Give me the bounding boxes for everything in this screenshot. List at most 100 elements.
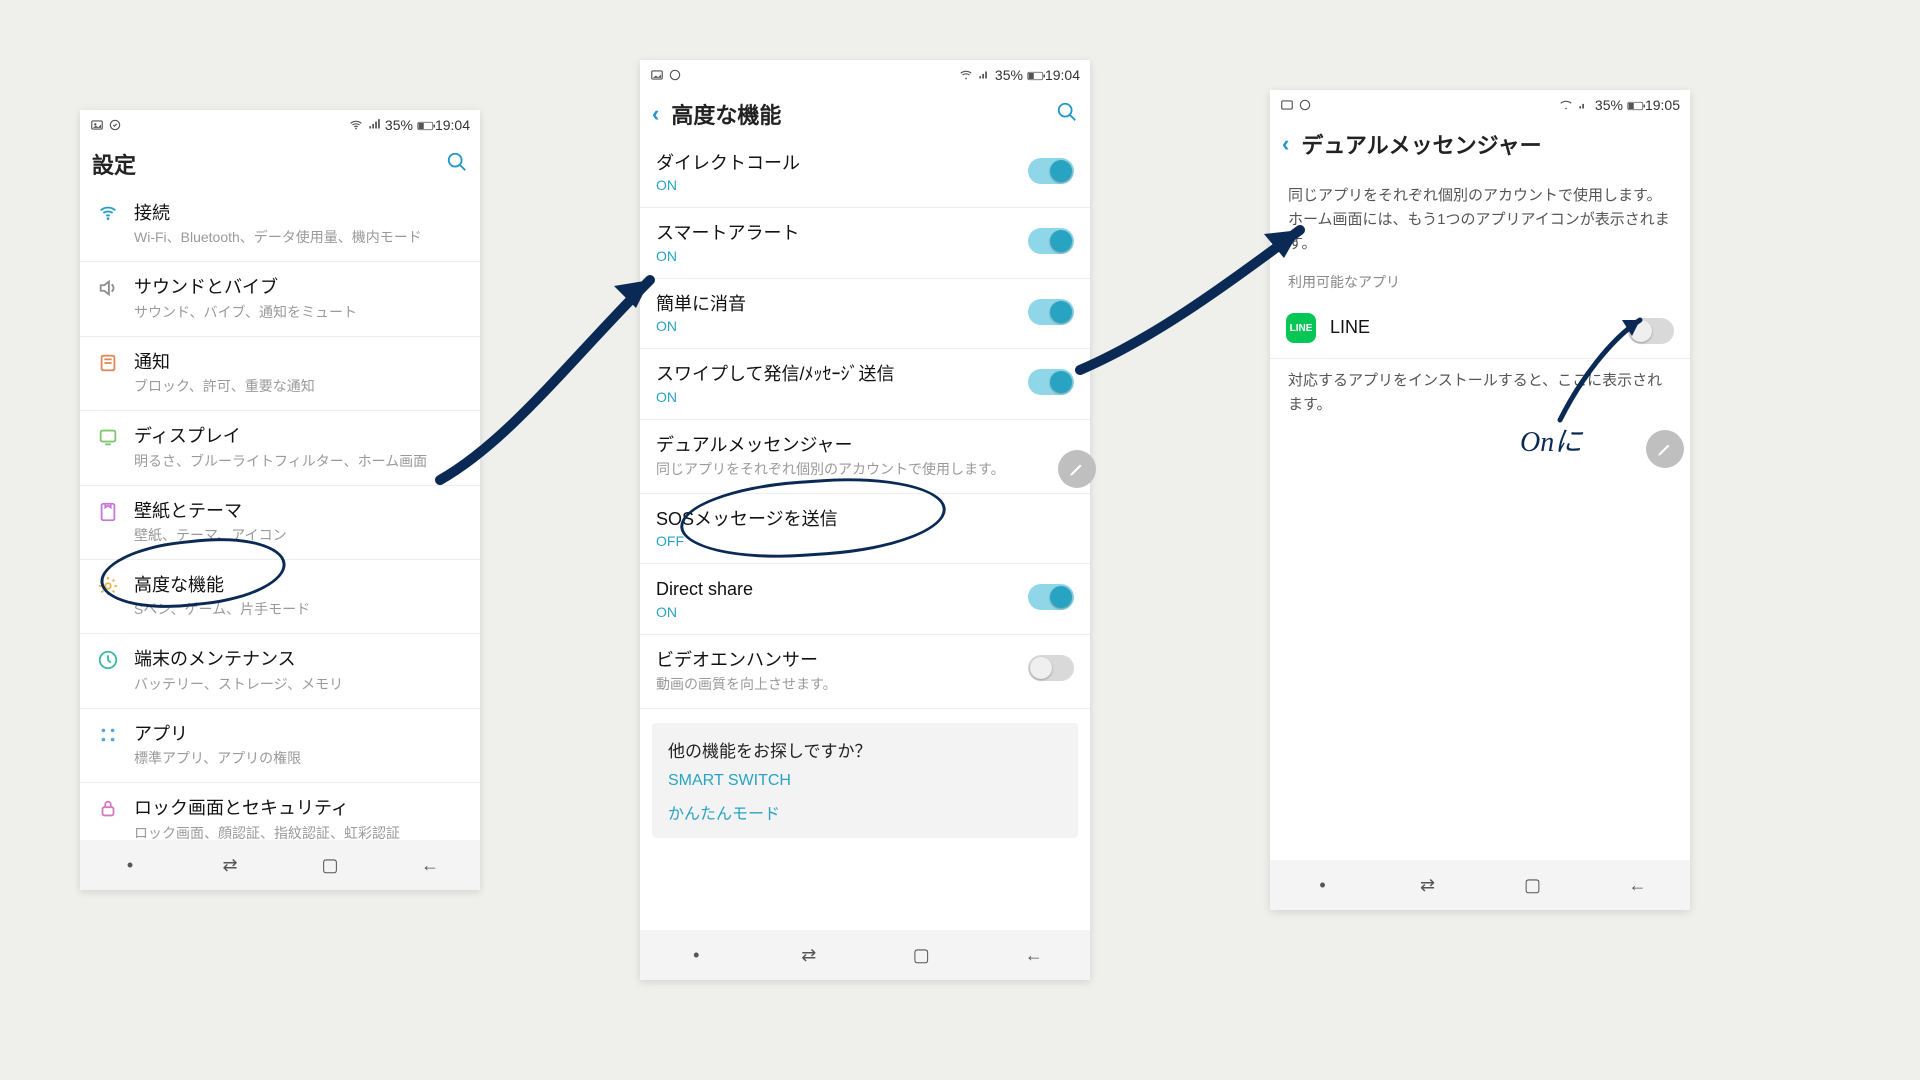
advanced-list: ダイレクトコールONスマートアラートON簡単に消音ONスワイプして発信/ﾒｯｾｰ…	[640, 138, 1090, 930]
row-toggle[interactable]	[1028, 584, 1074, 610]
signal-icon	[1577, 98, 1591, 112]
app-name: LINE	[1330, 316, 1614, 339]
clock-text: 19:04	[1045, 67, 1080, 83]
row-subtitle: 同じアプリをそれぞれ個別のアカウントで使用します。	[656, 459, 1074, 479]
nav-home[interactable]: ▢	[280, 855, 380, 876]
title-bar: 設定	[80, 140, 480, 188]
display-icon	[96, 425, 120, 449]
nav-home[interactable]: ▢	[1480, 875, 1585, 896]
status-bar: 35% 19:04	[640, 60, 1090, 90]
adv-row-2[interactable]: 簡単に消音 ON	[640, 279, 1090, 349]
clock-text: 19:04	[435, 117, 470, 133]
sync-indicator-icon	[1298, 98, 1312, 112]
suggest-link[interactable]: かんたんモード	[668, 800, 1062, 824]
row-toggle[interactable]	[1028, 369, 1074, 395]
settings-row-lock[interactable]: ロック画面とセキュリティロック画面、顔認証、指紋認証、虹彩認証	[80, 783, 480, 840]
adv-row-6[interactable]: Direct share ON	[640, 564, 1090, 634]
status-bar: 35% 19:05	[1270, 90, 1690, 120]
row-subtitle: ロック画面、顔認証、指紋認証、虹彩認証	[134, 823, 464, 840]
android-nav-bar: • ⇄ ▢ ←	[640, 930, 1090, 980]
sync-indicator-icon	[108, 118, 122, 132]
row-title: 壁紙とテーマ	[134, 500, 464, 523]
phone-advanced-features: 35% 19:04 ‹ 高度な機能 ダイレクトコールONスマートアラートON簡単…	[640, 60, 1090, 980]
adv-row-1[interactable]: スマートアラートON	[640, 208, 1090, 278]
settings-row-wallpaper[interactable]: 壁紙とテーマ壁紙、テーマ、アイコン	[80, 486, 480, 560]
wallpaper-icon	[96, 500, 120, 524]
adv-row-0[interactable]: ダイレクトコールON	[640, 138, 1090, 208]
row-subtitle: サウンド、バイブ、通知をミュート	[134, 302, 464, 322]
nav-recents[interactable]: ⇄	[1375, 875, 1480, 896]
adv-row-4[interactable]: デュアルメッセンジャー同じアプリをそれぞれ個別のアカウントで使用します。	[640, 420, 1090, 494]
settings-row-notifications[interactable]: 通知ブロック、許可、重要な通知	[80, 337, 480, 411]
settings-row-display[interactable]: ディスプレイ明るさ、ブルーライトフィルター、ホーム画面	[80, 411, 480, 485]
app-row-line[interactable]: LINE LINE	[1270, 298, 1690, 359]
row-title: ビデオエンハンサー	[656, 649, 1014, 672]
wifi-icon	[959, 68, 973, 82]
settings-row-maintenance[interactable]: 端末のメンテナンスバッテリー、ストレージ、メモリ	[80, 634, 480, 708]
image-indicator-icon	[650, 68, 664, 82]
settings-row-sound[interactable]: サウンドとバイブサウンド、バイブ、通知をミュート	[80, 262, 480, 336]
settings-row-connections[interactable]: 接続Wi-Fi、Bluetooth、データ使用量、機内モード	[80, 188, 480, 262]
row-title: SOSメッセージを送信	[656, 508, 1074, 531]
nav-back[interactable]: ←	[380, 855, 480, 876]
row-state: ON	[656, 604, 1014, 620]
row-title: アプリ	[134, 723, 464, 746]
lock-icon	[96, 797, 120, 821]
title-bar: ‹ デュアルメッセンジャー	[1270, 120, 1690, 168]
row-state: OFF	[656, 533, 1074, 549]
row-title: Direct share	[656, 578, 1014, 601]
nav-menu-dot[interactable]: •	[640, 945, 753, 966]
row-title: 端末のメンテナンス	[134, 648, 464, 671]
adv-row-3[interactable]: スワイプして発信/ﾒｯｾｰｼﾞ送信ON	[640, 349, 1090, 419]
adv-row-5[interactable]: SOSメッセージを送信 OFF	[640, 494, 1090, 564]
suggest-link[interactable]: SMART SWITCH	[668, 772, 1062, 790]
adv-row-7[interactable]: ビデオエンハンサー動画の画質を向上させます。	[640, 635, 1090, 709]
nav-recents[interactable]: ⇄	[180, 855, 280, 876]
search-icon[interactable]	[1056, 101, 1078, 128]
image-indicator-icon	[90, 118, 104, 132]
row-toggle[interactable]	[1028, 158, 1074, 184]
notifications-icon	[96, 351, 120, 375]
battery-icon	[417, 118, 431, 132]
nav-back[interactable]: ←	[1585, 875, 1690, 896]
back-button[interactable]: ‹	[1282, 131, 1289, 157]
nav-menu-dot[interactable]: •	[80, 855, 180, 876]
row-toggle[interactable]	[1028, 655, 1074, 681]
edit-fab[interactable]	[1646, 430, 1684, 468]
row-subtitle: Wi-Fi、Bluetooth、データ使用量、機内モード	[134, 227, 464, 247]
search-icon[interactable]	[446, 151, 468, 178]
wifi-icon	[349, 118, 363, 132]
line-app-icon: LINE	[1286, 313, 1316, 343]
row-title: ロック画面とセキュリティ	[134, 797, 464, 820]
nav-menu-dot[interactable]: •	[1270, 875, 1375, 896]
battery-text: 35%	[995, 67, 1023, 83]
row-subtitle: Sペン、ゲーム、片手モード	[134, 599, 464, 619]
nav-back[interactable]: ←	[978, 945, 1091, 966]
row-toggle[interactable]	[1028, 228, 1074, 254]
edit-fab[interactable]	[1058, 450, 1096, 488]
nav-recents[interactable]: ⇄	[753, 945, 866, 966]
row-title: 簡単に消音	[656, 293, 1014, 316]
row-toggle[interactable]	[1028, 299, 1074, 325]
line-toggle[interactable]	[1628, 318, 1674, 344]
settings-row-apps[interactable]: アプリ標準アプリ、アプリの権限	[80, 709, 480, 783]
back-button[interactable]: ‹	[652, 101, 659, 127]
row-subtitle: 動画の画質を向上させます。	[656, 674, 1014, 694]
row-title: 通知	[134, 351, 464, 374]
nav-home[interactable]: ▢	[865, 945, 978, 966]
row-subtitle: 標準アプリ、アプリの権限	[134, 748, 464, 768]
apps-icon	[96, 723, 120, 747]
page-title: デュアルメッセンジャー	[1301, 128, 1678, 160]
row-title: 高度な機能	[134, 574, 464, 597]
row-title: スマートアラート	[656, 222, 1014, 245]
signal-icon	[367, 118, 381, 132]
row-state: ON	[656, 318, 1014, 334]
footnote-text: 対応するアプリをインストールすると、ここに表示されます。	[1270, 359, 1690, 427]
section-available-apps: 利用可能なアプリ	[1270, 258, 1690, 298]
phone-settings-root: 35% 19:04 設定 接続Wi-Fi、Bluetooth、データ使用量、機内…	[80, 110, 480, 890]
settings-row-advanced[interactable]: 高度な機能Sペン、ゲーム、片手モード	[80, 560, 480, 634]
battery-text: 35%	[1595, 97, 1623, 113]
android-nav-bar: • ⇄ ▢ ←	[1270, 860, 1690, 910]
sync-indicator-icon	[668, 68, 682, 82]
row-subtitle: 明るさ、ブルーライトフィルター、ホーム画面	[134, 451, 464, 471]
